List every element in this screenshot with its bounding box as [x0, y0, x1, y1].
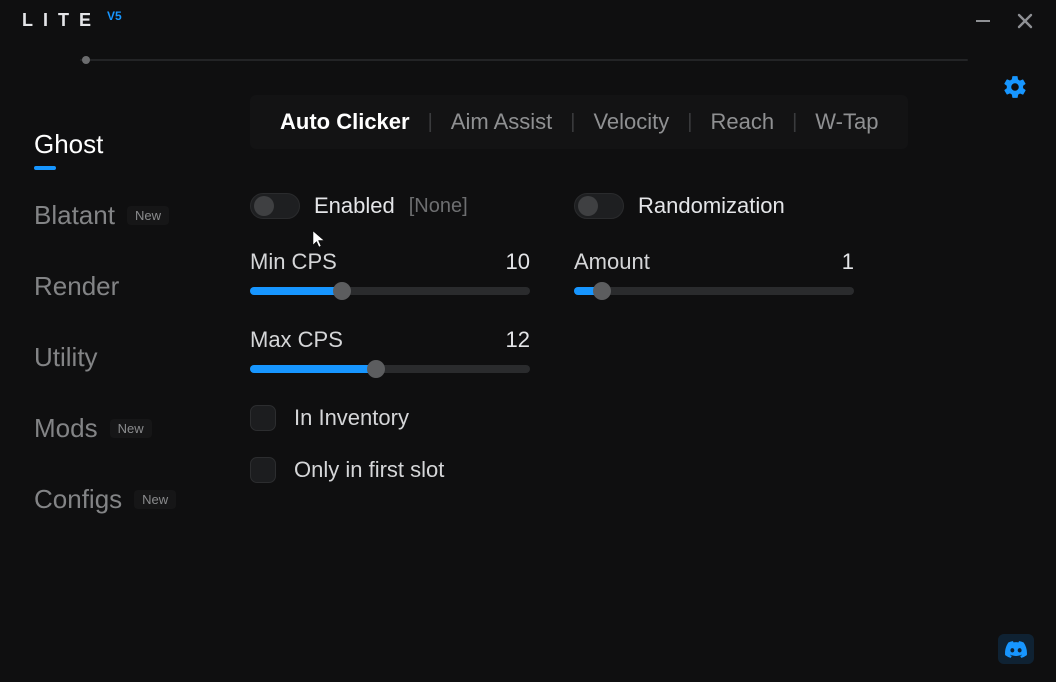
- amount-slider-block: Amount 1: [574, 249, 854, 295]
- max-cps-slider-block: Max CPS 12: [250, 327, 530, 373]
- gear-icon[interactable]: [1002, 87, 1028, 104]
- settings-column-right: Randomization Amount 1: [574, 193, 854, 509]
- sidebar-item-label: Render: [34, 271, 119, 302]
- sidebar-item-label: Blatant: [34, 200, 115, 231]
- max-cps-value: 12: [506, 327, 530, 353]
- module-tabs: Auto Clicker | Aim Assist | Velocity | R…: [250, 95, 908, 149]
- window-controls: [974, 12, 1034, 30]
- new-badge: New: [110, 419, 152, 438]
- sidebar: Ghost Blatant New Render Utility Mods Ne…: [34, 87, 214, 555]
- brand: LITE V5: [22, 10, 122, 31]
- tab-aim-assist[interactable]: Aim Assist: [447, 109, 556, 135]
- sidebar-item-label: Mods: [34, 413, 98, 444]
- enabled-row: Enabled [None]: [250, 193, 530, 219]
- sidebar-item-label: Ghost: [34, 129, 103, 160]
- sidebar-item-mods[interactable]: Mods New: [34, 413, 214, 444]
- sidebar-item-utility[interactable]: Utility: [34, 342, 214, 373]
- tab-separator: |: [556, 111, 589, 134]
- in-inventory-label: In Inventory: [294, 405, 409, 431]
- new-badge: New: [134, 490, 176, 509]
- slider-knob[interactable]: [333, 282, 351, 300]
- only-first-slot-label: Only in first slot: [294, 457, 444, 483]
- tab-separator: |: [414, 111, 447, 134]
- min-cps-slider-block: Min CPS 10: [250, 249, 530, 295]
- only-first-slot-row[interactable]: Only in first slot: [250, 457, 530, 483]
- sidebar-item-configs[interactable]: Configs New: [34, 484, 214, 515]
- tab-velocity[interactable]: Velocity: [589, 109, 673, 135]
- max-cps-label: Max CPS: [250, 327, 343, 353]
- tab-separator: |: [778, 111, 811, 134]
- amount-value: 1: [842, 249, 854, 275]
- min-cps-value: 10: [506, 249, 530, 275]
- new-badge: New: [127, 206, 169, 225]
- sidebar-item-render[interactable]: Render: [34, 271, 214, 302]
- max-cps-slider[interactable]: [250, 365, 530, 373]
- settings-column-left: Enabled [None] Min CPS 10 Max CPS: [250, 193, 530, 509]
- brand-name: LITE: [22, 10, 101, 31]
- min-cps-slider[interactable]: [250, 287, 530, 295]
- tab-separator: |: [673, 111, 706, 134]
- sidebar-item-label: Configs: [34, 484, 122, 515]
- slider-knob[interactable]: [367, 360, 385, 378]
- discord-icon[interactable]: [998, 634, 1034, 664]
- top-progress-track[interactable]: [80, 59, 968, 61]
- sidebar-item-label: Utility: [34, 342, 98, 373]
- min-cps-label: Min CPS: [250, 249, 337, 275]
- amount-label: Amount: [574, 249, 650, 275]
- enabled-keybind[interactable]: [None]: [409, 195, 468, 218]
- enabled-label: Enabled: [314, 193, 395, 219]
- main-panel: Auto Clicker | Aim Assist | Velocity | R…: [250, 87, 1022, 555]
- randomization-row: Randomization: [574, 193, 854, 219]
- sidebar-item-blatant[interactable]: Blatant New: [34, 200, 214, 231]
- only-first-slot-checkbox[interactable]: [250, 457, 276, 483]
- tab-auto-clicker[interactable]: Auto Clicker: [276, 109, 414, 135]
- randomization-toggle[interactable]: [574, 193, 624, 219]
- tab-w-tap[interactable]: W-Tap: [811, 109, 882, 135]
- close-button[interactable]: [1016, 12, 1034, 30]
- sidebar-item-ghost[interactable]: Ghost: [34, 129, 214, 160]
- titlebar: LITE V5: [0, 0, 1056, 31]
- slider-knob[interactable]: [593, 282, 611, 300]
- randomization-label: Randomization: [638, 193, 785, 219]
- enabled-toggle[interactable]: [250, 193, 300, 219]
- brand-version: V5: [107, 9, 122, 23]
- amount-slider[interactable]: [574, 287, 854, 295]
- top-progress-knob[interactable]: [82, 56, 90, 64]
- in-inventory-row[interactable]: In Inventory: [250, 405, 530, 431]
- minimize-button[interactable]: [974, 12, 992, 30]
- tab-reach[interactable]: Reach: [707, 109, 779, 135]
- in-inventory-checkbox[interactable]: [250, 405, 276, 431]
